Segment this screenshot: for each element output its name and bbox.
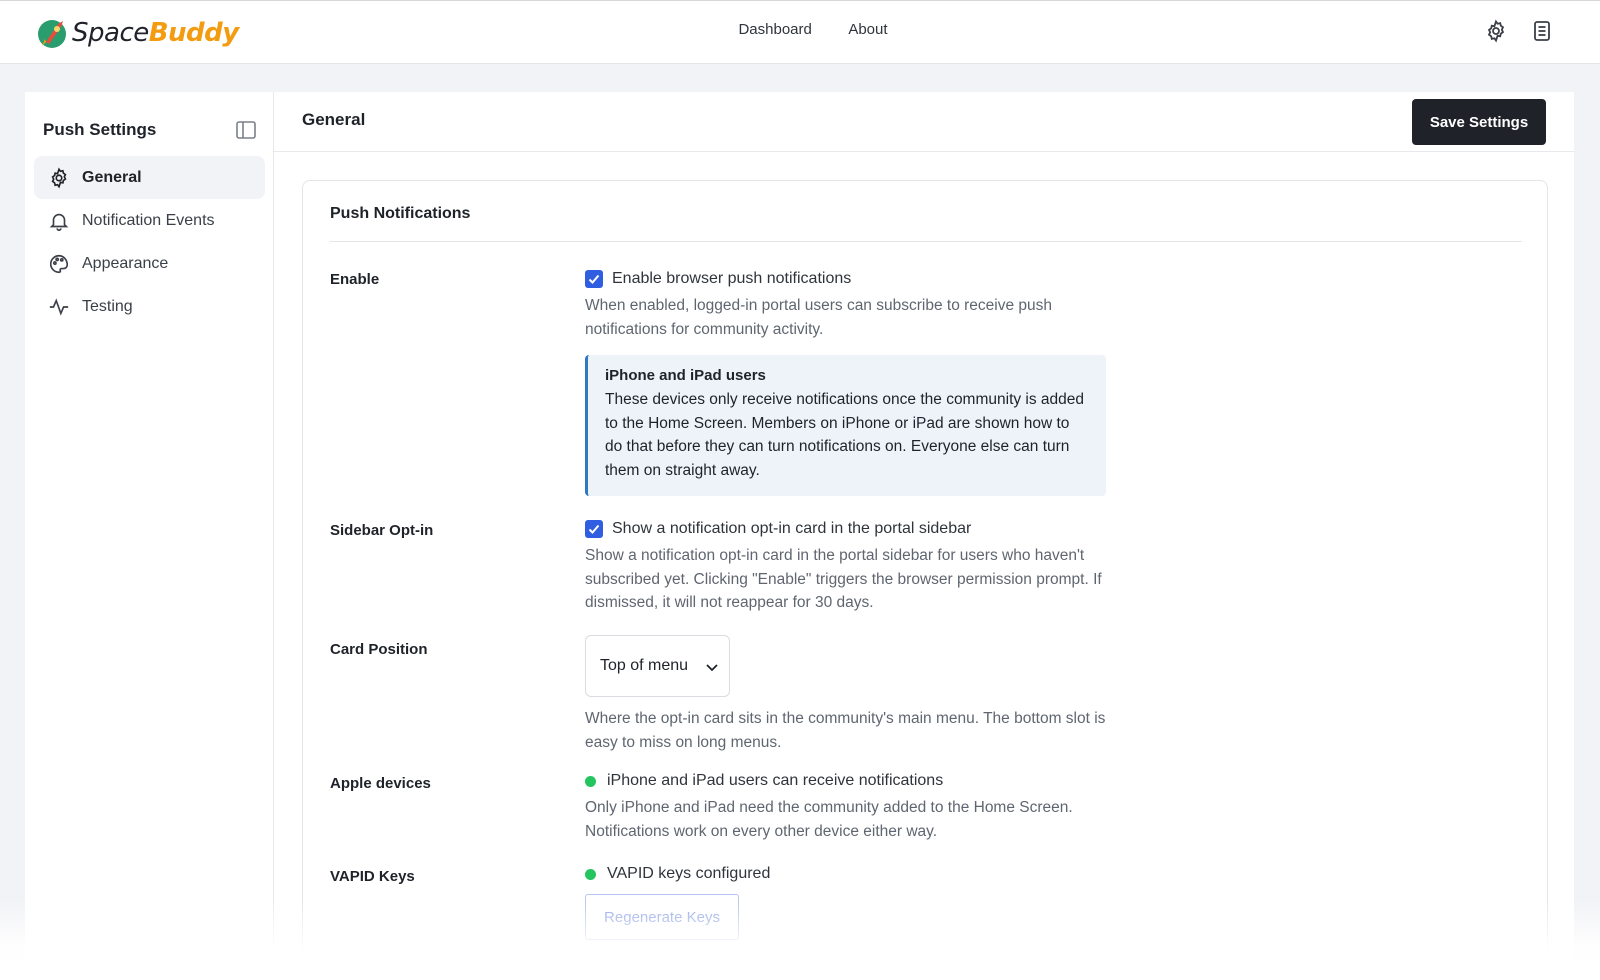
status-dot bbox=[585, 775, 596, 787]
status-dot bbox=[585, 868, 596, 880]
save-settings-button[interactable]: Save Settings bbox=[1412, 99, 1546, 145]
notice-body: These devices only receive notifications… bbox=[605, 391, 1085, 479]
nav-about-link[interactable]: About bbox=[848, 21, 887, 38]
sidebar-item-label: Appearance bbox=[82, 254, 169, 272]
enable-checkbox[interactable] bbox=[585, 270, 603, 288]
sidebar-collapse-icon[interactable] bbox=[234, 118, 258, 142]
main-content: General Save Settings Push Notifications… bbox=[274, 92, 1574, 980]
divider bbox=[330, 241, 1522, 242]
check-icon bbox=[588, 274, 600, 284]
document-icon[interactable] bbox=[1530, 19, 1554, 43]
sidebar-item-appearance[interactable]: Appearance bbox=[34, 242, 265, 285]
enable-checkbox-row[interactable]: Enable browser push notifications bbox=[585, 268, 1125, 290]
sidebar-item-label: General bbox=[82, 168, 142, 186]
sidebar-optin-label: Sidebar Opt-in bbox=[330, 522, 434, 539]
card-position-select[interactable]: Top of menu bbox=[585, 635, 730, 697]
chevron-down-icon bbox=[706, 664, 718, 672]
nav-dashboard-link[interactable]: Dashboard bbox=[738, 21, 811, 38]
gear-icon[interactable] bbox=[1484, 19, 1508, 43]
apple-devices-label: Apple devices bbox=[330, 775, 431, 792]
card-position-value: Top of menu bbox=[600, 657, 689, 674]
palette-icon bbox=[48, 253, 70, 275]
bell-icon bbox=[48, 210, 70, 232]
enable-control: Enable browser push notifications When e… bbox=[585, 268, 1125, 496]
activity-icon bbox=[48, 296, 70, 318]
sidebar-title: Push Settings bbox=[43, 120, 157, 139]
vapid-status: VAPID keys configured bbox=[585, 863, 1125, 885]
card-title: Push Notifications bbox=[330, 205, 471, 222]
vapid-label: VAPID Keys bbox=[330, 868, 415, 885]
sidebar-item-label: Notification Events bbox=[82, 211, 215, 229]
gear-icon bbox=[48, 167, 70, 189]
sidebar-optin-control: Show a notification opt-in card in the p… bbox=[585, 518, 1125, 615]
brand-name-part1: Space bbox=[72, 18, 149, 48]
enable-help-text: When enabled, logged-in portal users can… bbox=[585, 297, 1052, 338]
top-bar: SpaceBuddy Dashboard About bbox=[0, 0, 1600, 64]
sidebar-optin-checkbox-label: Show a notification opt-in card in the p… bbox=[612, 520, 972, 537]
vapid-status-text: VAPID keys configured bbox=[607, 865, 771, 882]
brand-name: SpaceBuddy bbox=[72, 18, 239, 48]
sidebar-item-label: Testing bbox=[82, 297, 133, 315]
page-title: General bbox=[302, 110, 366, 129]
rocket-logo-icon bbox=[38, 20, 66, 48]
brand-name-part2: Buddy bbox=[148, 18, 240, 48]
apple-status-text: iPhone and iPad users can receive notifi… bbox=[607, 772, 944, 789]
enable-label: Enable bbox=[330, 271, 380, 288]
sidebar-optin-help-text: Show a notification opt-in card in the p… bbox=[585, 547, 1102, 611]
regenerate-keys-button[interactable]: Regenerate Keys bbox=[585, 894, 739, 940]
app-logo[interactable]: SpaceBuddy bbox=[36, 13, 239, 53]
apple-status: iPhone and iPad users can receive notifi… bbox=[585, 770, 1125, 792]
sidebar-menu: General Notification Events Appearance T… bbox=[34, 156, 265, 328]
sidebar-item-general[interactable]: General bbox=[34, 156, 265, 199]
card-position-help-text: Where the opt-in card sits in the commun… bbox=[585, 710, 1106, 751]
vapid-control: VAPID keys configured Regenerate Keys bbox=[585, 863, 1125, 940]
notice-title: iPhone and iPad users bbox=[605, 367, 766, 384]
push-notifications-card: Push Notifications Enable Enable browser… bbox=[302, 180, 1548, 980]
sidebar-optin-checkbox[interactable] bbox=[585, 520, 603, 538]
ios-notice: iPhone and iPad users These devices only… bbox=[585, 355, 1106, 496]
card-position-control: Top of menu Where the opt-in card sits i… bbox=[585, 635, 1125, 754]
apple-help-text: Only iPhone and iPad need the community … bbox=[585, 799, 1073, 840]
check-icon bbox=[588, 524, 600, 534]
settings-sidebar: Push Settings General Notification Event… bbox=[25, 92, 274, 980]
enable-checkbox-label: Enable browser push notifications bbox=[612, 270, 852, 287]
sidebar-header: Push Settings bbox=[43, 116, 258, 144]
top-icons bbox=[1484, 19, 1554, 43]
sidebar-item-notification-events[interactable]: Notification Events bbox=[34, 199, 265, 242]
card-position-label: Card Position bbox=[330, 641, 428, 658]
top-nav: Dashboard About bbox=[0, 21, 1600, 39]
apple-devices-control: iPhone and iPad users can receive notifi… bbox=[585, 770, 1125, 843]
sidebar-optin-checkbox-row[interactable]: Show a notification opt-in card in the p… bbox=[585, 518, 1125, 540]
main-header: General Save Settings bbox=[274, 92, 1574, 152]
sidebar-item-testing[interactable]: Testing bbox=[34, 285, 265, 328]
